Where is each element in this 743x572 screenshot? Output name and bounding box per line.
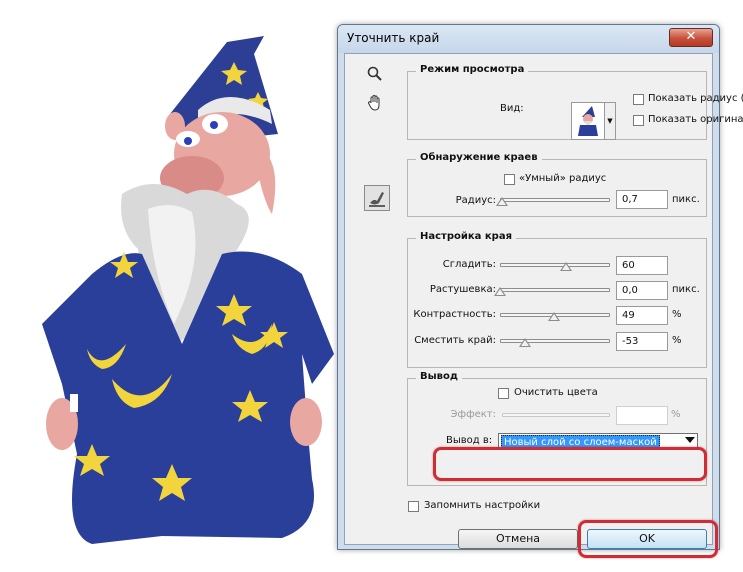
show-original-label: Показать оригинал (P) [648, 114, 743, 125]
view-dropdown-arrow[interactable]: ▼ [605, 102, 616, 140]
radius-label: Радиус: [455, 195, 496, 206]
view-mode-group: Режим просмотра Вид: ▼ Показать радиус (… [407, 64, 743, 140]
decontaminate-colors-label: Очистить цвета [514, 387, 598, 398]
chevron-down-icon[interactable] [685, 437, 695, 443]
slider-label: Сгладить: [442, 259, 496, 270]
slider-label: Сместить край: [414, 335, 496, 346]
slider-thumb[interactable] [560, 262, 572, 271]
image-canvas [22, 24, 340, 550]
output-to-select[interactable]: Новый слой со слоем-маской [498, 433, 698, 450]
output-to-value: Новый слой со слоем-маской [501, 435, 660, 448]
group-title: Режим просмотра [416, 64, 529, 75]
show-radius-label: Показать радиус (J) [648, 93, 743, 104]
slider-label: Растушевка: [429, 284, 496, 295]
radius-unit: пикс. [672, 194, 700, 205]
slider-thumb[interactable] [547, 312, 560, 321]
slider-value-input[interactable]: 0,0 [616, 281, 668, 300]
slider-value-input[interactable]: 60 [616, 256, 668, 275]
dialog-body: Режим просмотра Вид: ▼ Показать радиус (… [344, 53, 743, 558]
zoom-tool-icon[interactable] [364, 66, 386, 88]
slider-unit: % [672, 335, 682, 346]
wizard-figure [42, 36, 334, 544]
ok-button[interactable]: OK [587, 529, 707, 549]
slider-track[interactable] [500, 263, 610, 267]
remember-settings-label: Запомнить настройки [424, 500, 541, 511]
radius-input[interactable]: 0,7 [616, 190, 668, 209]
refine-radius-tool-button[interactable] [364, 185, 390, 211]
refine-radius-tool-icon [369, 192, 385, 207]
slider-label: Контрастность: [413, 309, 496, 320]
decontaminate-colors-checkbox[interactable] [498, 388, 509, 399]
slider-track[interactable] [500, 288, 610, 292]
title-bar: Уточнить край ✕ [338, 25, 719, 53]
cancel-button[interactable]: Отмена [458, 529, 578, 549]
slider-thumb[interactable] [494, 287, 506, 296]
hand-tool-icon[interactable] [364, 94, 386, 116]
smart-radius-label: «Умный» радиус [519, 173, 607, 184]
slider-track[interactable] [500, 339, 610, 343]
show-radius-checkbox[interactable] [633, 94, 644, 105]
group-title: Вывод [416, 371, 462, 382]
slider-thumb[interactable] [519, 338, 532, 347]
output-to-label: Вывод в: [446, 435, 493, 446]
slider-value-input[interactable]: 49 [616, 306, 668, 325]
effect-unit: % [671, 409, 681, 420]
show-original-checkbox[interactable] [633, 115, 644, 126]
close-button[interactable]: ✕ [669, 28, 713, 47]
remember-settings-checkbox[interactable] [408, 501, 419, 512]
effect-slider-track [502, 413, 610, 417]
smart-radius-checkbox[interactable] [504, 174, 515, 185]
edge-detection-group: Обнаружение краев «Умный» радиус Радиус:… [407, 152, 707, 217]
slider-unit: пикс. [672, 284, 700, 295]
slider-unit: % [672, 309, 682, 320]
group-title: Обнаружение краев [416, 152, 542, 163]
dialog-title: Уточнить край [347, 31, 440, 45]
view-label: Вид: [500, 103, 524, 114]
group-title: Настройка края [416, 231, 517, 242]
adjust-edge-group: Настройка края Сгладить: 60 Растушевка: 0,0… [407, 231, 707, 368]
view-thumbnail[interactable] [571, 102, 605, 140]
radius-slider-thumb[interactable] [496, 197, 509, 206]
effect-label: Эффект: [450, 409, 496, 420]
output-group: Вывод Очистить цвета Эффект: % Вывод в: … [407, 371, 707, 486]
refine-edge-dialog: Уточнить край ✕ Режим просмотра Вид: ▼ П… [337, 24, 743, 558]
effect-input [616, 406, 668, 425]
slider-value-input[interactable]: -53 [616, 332, 668, 351]
radius-slider-track[interactable] [500, 198, 610, 202]
